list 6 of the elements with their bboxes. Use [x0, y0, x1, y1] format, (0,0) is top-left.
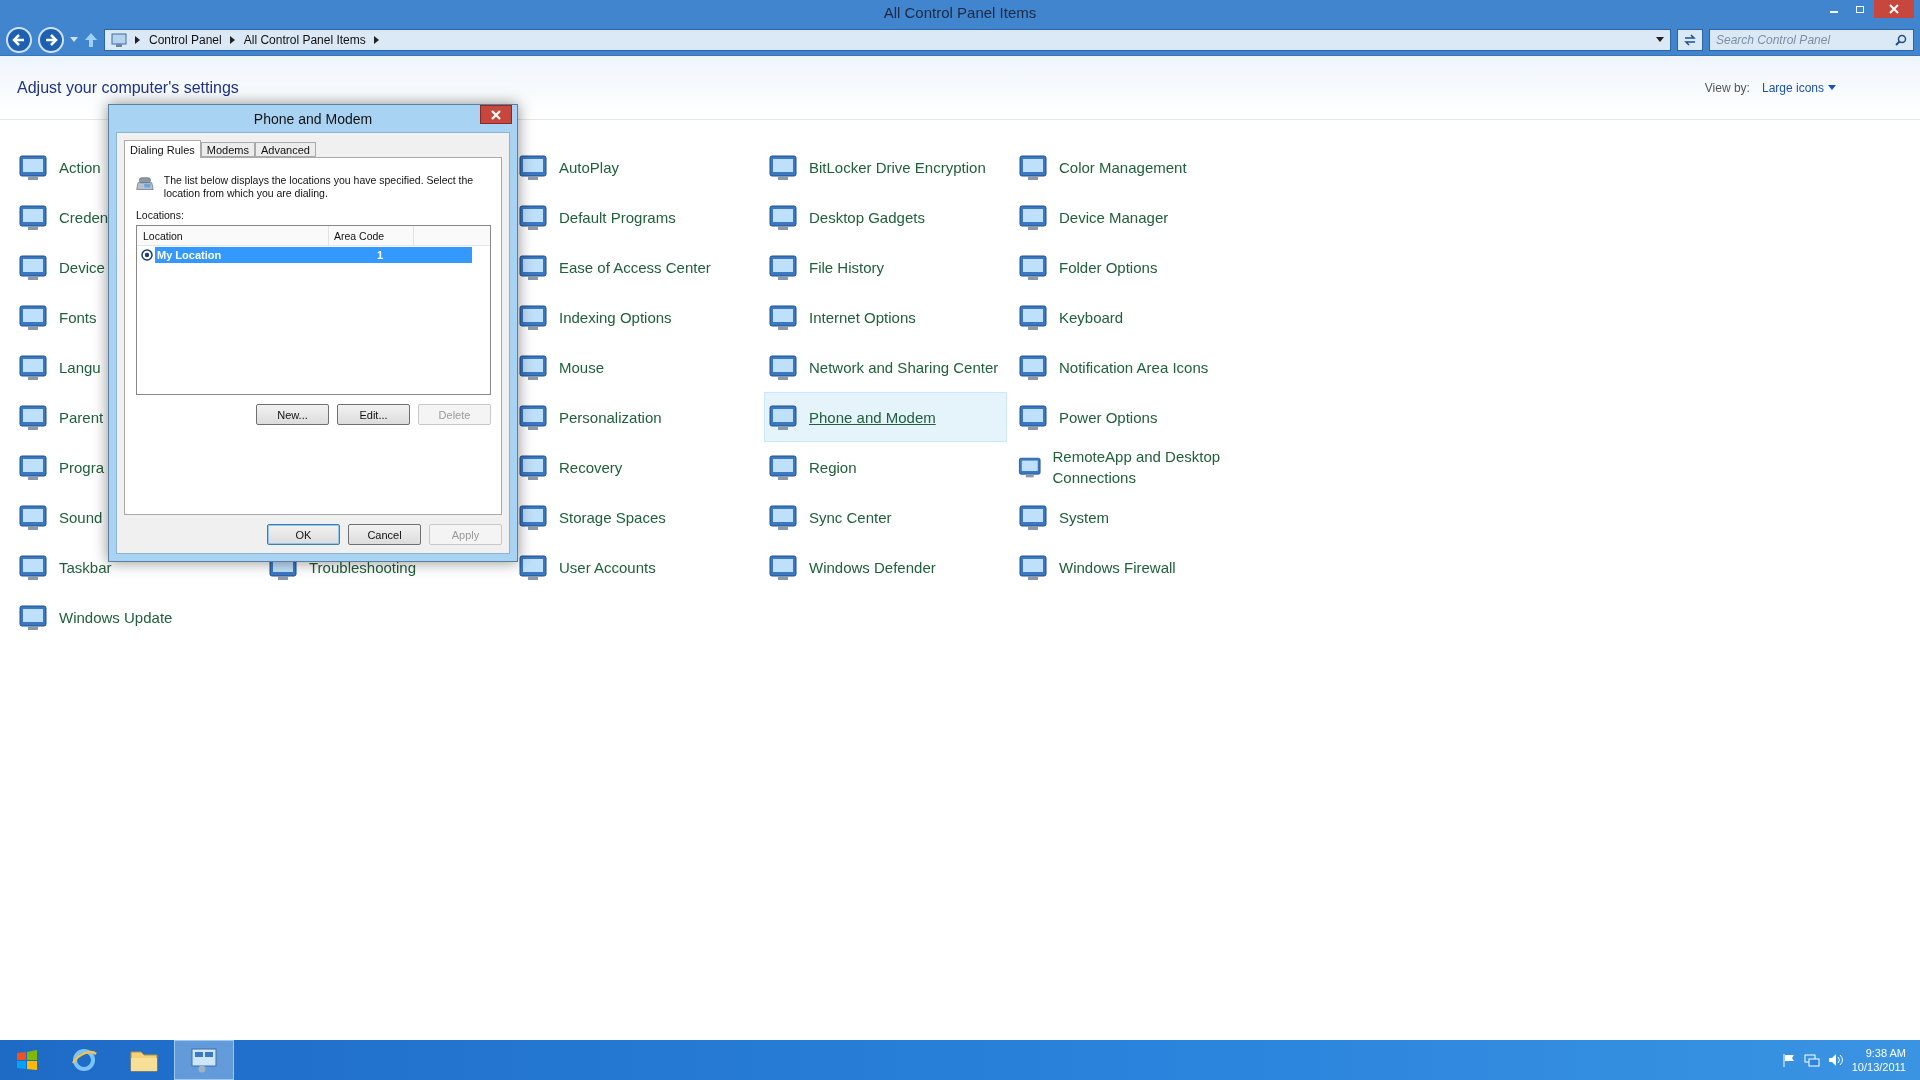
dialog-title: Phone and Modem — [253, 110, 373, 127]
window-title: All Control Panel Items — [883, 3, 1037, 21]
page-heading: Adjust your computer's settings — [17, 78, 239, 97]
view-by-label: View by: — [1704, 80, 1750, 95]
locations-label: Locations: — [136, 209, 185, 221]
description-text: The list below displays the locations you have specified. Select the location from which you are dialing. — [163, 173, 475, 200]
